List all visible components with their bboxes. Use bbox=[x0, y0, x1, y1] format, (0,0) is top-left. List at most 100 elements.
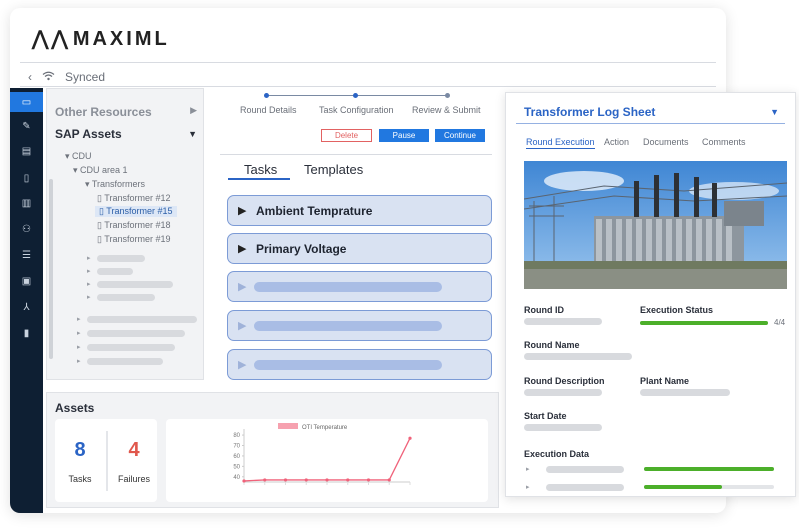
scrollbar[interactable] bbox=[49, 179, 53, 359]
tab-documents[interactable]: Documents bbox=[643, 137, 689, 147]
pause-button[interactable]: Pause bbox=[379, 129, 429, 142]
sap-assets-header[interactable]: SAP Assets bbox=[55, 127, 122, 141]
legend-label: OTI Temperature bbox=[302, 425, 348, 431]
data-point bbox=[242, 479, 246, 483]
sync-divider bbox=[20, 86, 716, 87]
caret-down-icon: ▾ bbox=[73, 165, 81, 175]
chevron-right-icon[interactable]: ▸ bbox=[87, 254, 91, 262]
tab-templates[interactable]: Templates bbox=[304, 162, 363, 177]
step-task-configuration[interactable]: Task Configuration bbox=[319, 105, 394, 115]
placeholder-row bbox=[87, 344, 175, 351]
step-review-submit[interactable]: Review & Submit bbox=[412, 105, 481, 115]
legend-swatch bbox=[278, 423, 298, 429]
data-point bbox=[366, 478, 371, 482]
folder-icon[interactable]: ▭ bbox=[10, 92, 43, 112]
chevron-right-icon[interactable]: ▸ bbox=[77, 329, 81, 337]
users-icon[interactable]: ⚇ bbox=[10, 219, 43, 239]
section-divider bbox=[220, 154, 492, 155]
chevron-right-icon[interactable]: ▸ bbox=[526, 483, 530, 491]
data-point bbox=[408, 436, 412, 440]
hierarchy-icon[interactable]: ⅄ bbox=[10, 297, 43, 317]
round-name-value bbox=[524, 353, 632, 360]
round-id-label: Round ID bbox=[524, 305, 564, 315]
execution-data-row bbox=[546, 484, 624, 491]
clipboard-icon[interactable]: ▤ bbox=[10, 141, 43, 161]
image-icon[interactable]: ▣ bbox=[10, 271, 43, 291]
plant-name-label: Plant Name bbox=[640, 376, 690, 386]
logo-mark-icon: ⋀⋀ bbox=[32, 28, 71, 50]
tree-node-cdu[interactable]: ▾ CDU bbox=[65, 151, 92, 162]
task-primary-voltage[interactable]: ▶ Primary Voltage bbox=[227, 233, 492, 264]
wrench-icon[interactable]: ✎ bbox=[10, 116, 43, 136]
tasks-stat[interactable]: 8 Tasks bbox=[55, 419, 105, 502]
caret-down-icon[interactable]: ▼ bbox=[770, 107, 779, 117]
execution-data-row bbox=[546, 466, 624, 473]
tree-leaf-transformer-15[interactable]: ▯ Transformer #15 bbox=[95, 206, 177, 217]
tree-node-transformers[interactable]: ▾ Transformers bbox=[85, 179, 145, 190]
other-resources-header[interactable]: Other Resources bbox=[55, 105, 152, 119]
chevron-right-icon[interactable]: ▸ bbox=[77, 315, 81, 323]
caret-down-icon[interactable]: ▼ bbox=[188, 129, 197, 139]
data-point bbox=[325, 478, 329, 482]
bar-chart-icon[interactable]: ▥ bbox=[10, 193, 43, 213]
tab-action[interactable]: Action bbox=[604, 137, 629, 147]
failures-label: Failures bbox=[117, 474, 150, 484]
active-tab-indicator bbox=[228, 178, 290, 180]
y-tick-label: 70 bbox=[233, 444, 240, 450]
task-ambient-temperature[interactable]: ▶ Ambient Temprature bbox=[227, 195, 492, 226]
header-divider bbox=[20, 62, 716, 63]
caret-down-icon: ▾ bbox=[85, 179, 92, 189]
continue-button[interactable]: Continue bbox=[435, 129, 485, 142]
data-point bbox=[283, 478, 288, 482]
tab-comments[interactable]: Comments bbox=[702, 137, 746, 147]
chevron-right-icon: ▶ bbox=[238, 320, 247, 332]
file-icon[interactable]: ▯ bbox=[10, 168, 43, 188]
bookmark-icon[interactable]: ▮ bbox=[10, 323, 43, 343]
chart-card: OTI Temperature 80 70 60 50 40 bbox=[166, 419, 488, 502]
transformer-log-sheet: Transformer Log Sheet ▼ Round Execution … bbox=[505, 92, 796, 497]
tree-leaf-transformer-19[interactable]: ▯ Transformer #19 bbox=[97, 234, 171, 245]
chevron-right-icon[interactable]: ▸ bbox=[77, 357, 81, 365]
placeholder-bar bbox=[254, 359, 442, 370]
chevron-right-icon: ▶ bbox=[238, 243, 247, 255]
resources-panel: Other Resources ▶ SAP Assets ▼ ▾ CDU ▾ C… bbox=[46, 88, 204, 380]
placeholder-row bbox=[97, 294, 155, 301]
execution-data-fill bbox=[644, 485, 722, 489]
tree-node-area[interactable]: ▾ CDU area 1 bbox=[73, 165, 128, 176]
assets-panel: Assets 8 Tasks 4 Failures OTI Temperatur… bbox=[46, 392, 499, 508]
tasks-label: Tasks bbox=[68, 474, 92, 484]
start-date-value bbox=[524, 424, 602, 431]
delete-button[interactable]: Delete bbox=[321, 129, 372, 142]
log-sheet-title: Transformer Log Sheet bbox=[524, 105, 656, 119]
series-line bbox=[243, 437, 411, 482]
list-icon[interactable]: ☰ bbox=[10, 245, 43, 265]
chevron-right-icon[interactable]: ▸ bbox=[526, 465, 530, 473]
task-placeholder[interactable]: ▶ bbox=[227, 310, 492, 341]
back-chevron-icon[interactable]: ‹ bbox=[28, 70, 32, 84]
chevron-right-icon[interactable]: ▸ bbox=[87, 293, 91, 301]
chevron-right-icon[interactable]: ▶ bbox=[190, 105, 197, 116]
y-tick-label: 40 bbox=[233, 475, 240, 481]
step-dot bbox=[353, 93, 358, 98]
oti-temperature-chart: OTI Temperature 80 70 60 50 40 bbox=[233, 423, 412, 485]
step-dot bbox=[264, 93, 269, 98]
step-round-details[interactable]: Round Details bbox=[240, 105, 297, 115]
tree-leaf-transformer-18[interactable]: ▯ Transformer #18 bbox=[97, 220, 171, 231]
stepper-line bbox=[356, 95, 446, 96]
data-point bbox=[346, 478, 350, 482]
chevron-right-icon[interactable]: ▸ bbox=[87, 280, 91, 288]
chevron-right-icon[interactable]: ▸ bbox=[77, 343, 81, 351]
tab-round-execution[interactable]: Round Execution bbox=[526, 137, 595, 149]
task-label: Primary Voltage bbox=[256, 241, 347, 256]
stepper: Round Details Task Configuration Review … bbox=[228, 90, 494, 120]
y-tick-label: 80 bbox=[233, 433, 240, 439]
chevron-right-icon[interactable]: ▸ bbox=[87, 267, 91, 275]
tree-leaf-transformer-12[interactable]: ▯ Transformer #12 bbox=[97, 193, 171, 204]
task-placeholder[interactable]: ▶ bbox=[227, 271, 492, 302]
placeholder-bar bbox=[254, 281, 442, 292]
tab-tasks[interactable]: Tasks bbox=[244, 162, 277, 177]
failures-stat[interactable]: 4 Failures bbox=[109, 419, 159, 502]
execution-status-bar bbox=[640, 321, 768, 325]
transformer-photo bbox=[524, 161, 787, 289]
task-placeholder[interactable]: ▶ bbox=[227, 349, 492, 380]
